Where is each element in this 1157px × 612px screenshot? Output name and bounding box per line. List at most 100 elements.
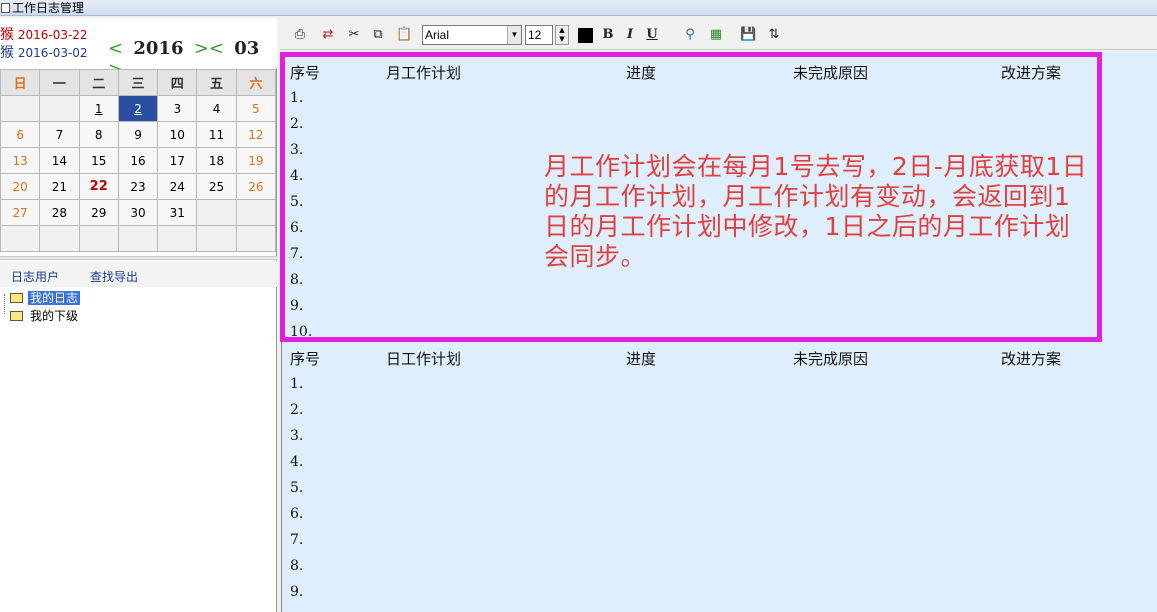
paste-icon[interactable]: 📋	[396, 27, 412, 43]
day-cell[interactable]: 23	[117, 173, 159, 200]
row-number: 2.	[290, 402, 304, 418]
row-number: 9.	[290, 584, 304, 600]
save-icon[interactable]: 💾	[740, 27, 756, 43]
tree-node-subordinates[interactable]: 我的下级	[10, 308, 80, 324]
month-label[interactable]: 03	[234, 38, 259, 59]
row-number: 7.	[290, 532, 304, 548]
cut-icon[interactable]: ✂	[346, 27, 362, 43]
day-cell[interactable]: 10	[157, 121, 198, 148]
header-improvement: 改进方案	[1001, 350, 1062, 368]
header-daily-plan: 日工作计划	[386, 350, 462, 368]
title-bar: 工作日志管理	[0, 0, 1157, 16]
font-select-value: Arial	[425, 28, 450, 42]
day-cell[interactable]: 30	[117, 199, 159, 226]
week-row: 20 21 22 23 24 25 26	[0, 173, 277, 200]
day-cell[interactable]: 14	[39, 147, 80, 174]
week-row	[0, 225, 277, 252]
day-cell[interactable]: 28	[39, 199, 80, 226]
day-cell[interactable]: 4	[196, 95, 237, 122]
day-cell[interactable]: 13	[0, 147, 41, 174]
day-cell	[196, 199, 237, 226]
chevron-down-icon[interactable]: ▼	[507, 26, 521, 44]
calendar-header: 猴 2016-03-22 猴 2016-03-02 < 2016 >< 03 >	[0, 18, 277, 80]
day-cell[interactable]: 20	[0, 173, 41, 200]
left-panel: 猴 2016-03-22 猴 2016-03-02 < 2016 >< 03 >…	[0, 18, 277, 612]
day-cell	[0, 95, 41, 122]
sort-icon[interactable]: ⇅	[766, 27, 782, 43]
copy-icon[interactable]: ⧉	[370, 27, 386, 43]
solar-date: 2016-03-02	[17, 46, 88, 60]
splitter[interactable]	[0, 256, 277, 260]
window-title: 工作日志管理	[12, 1, 85, 15]
day-cell[interactable]: 27	[0, 199, 41, 226]
day-cell	[157, 225, 198, 252]
weekday-sun: 日	[0, 69, 41, 96]
day-cell-today[interactable]: 22	[78, 173, 119, 200]
day-cell	[39, 95, 80, 122]
row-number: 4.	[290, 454, 304, 470]
weekday-tue: 二	[78, 69, 119, 96]
day-cell	[235, 199, 277, 226]
app-icon	[1, 3, 10, 13]
replace-icon[interactable]: ⇄	[320, 27, 336, 43]
day-cell[interactable]: 21	[39, 173, 80, 200]
weekday-header: 日 一 二 三 四 五 六	[0, 69, 277, 96]
weekday-wed: 三	[117, 69, 159, 96]
day-cell[interactable]: 3	[157, 95, 198, 122]
day-cell[interactable]: 12	[235, 121, 277, 148]
row-number: 8.	[290, 558, 304, 574]
next-year-button[interactable]: >	[194, 38, 209, 59]
day-cell[interactable]: 15	[78, 147, 119, 174]
day-cell[interactable]: 26	[235, 173, 277, 200]
day-cell[interactable]: 5	[235, 95, 277, 122]
prev-month-button[interactable]: <	[209, 38, 224, 59]
annotation-text: 月工作计划会在每月1号去写，2日-月底获取1日 的月工作计划，月工作计划有变动，…	[544, 152, 1088, 271]
bold-icon[interactable]: B	[600, 27, 616, 43]
font-size-stepper[interactable]: ▲ ▼	[555, 25, 569, 45]
search-export-link[interactable]: 查找导出	[90, 268, 138, 285]
text-color-icon[interactable]	[578, 28, 593, 43]
row-number: 6.	[290, 506, 304, 522]
day-cell[interactable]: 9	[117, 121, 159, 148]
weekday-fri: 五	[196, 69, 237, 96]
week-row: 6 7 8 9 10 11 12	[0, 121, 277, 148]
year-label[interactable]: 2016	[133, 38, 183, 59]
day-cell	[78, 225, 119, 252]
italic-icon[interactable]: I	[622, 27, 638, 43]
folder-icon	[10, 310, 23, 321]
day-cell[interactable]: 16	[117, 147, 159, 174]
day-cell[interactable]: 11	[196, 121, 237, 148]
log-users-link[interactable]: 日志用户	[11, 268, 59, 285]
day-cell[interactable]: 19	[235, 147, 277, 174]
editor-toolbar: ⎙ ⇄ ✂ ⧉ 📋 Arial ▼ 12 ▲ ▼ B I U ⚲ ▦ 💾 ⇅	[280, 22, 1157, 50]
lunar-row-2: 猴 2016-03-02	[0, 46, 88, 60]
day-cell-selected[interactable]: 2	[117, 95, 159, 122]
day-cell[interactable]: 24	[157, 173, 198, 200]
day-cell[interactable]: 18	[196, 147, 237, 174]
weekday-sat: 六	[235, 69, 277, 96]
day-cell	[0, 225, 41, 252]
preview-icon[interactable]: ⚲	[682, 27, 698, 43]
day-cell[interactable]: 29	[78, 199, 119, 226]
week-row: 27 28 29 30 31	[0, 199, 277, 226]
tree-node-my-log[interactable]: 我的日志	[10, 290, 81, 306]
print-icon[interactable]: ⎙	[292, 27, 308, 43]
underline-icon[interactable]: U	[644, 27, 660, 43]
day-cell[interactable]: 1	[78, 95, 119, 122]
day-cell[interactable]: 25	[196, 173, 237, 200]
day-cell[interactable]: 7	[39, 121, 80, 148]
tree-node-label[interactable]: 我的下级	[28, 309, 80, 323]
lunar-row-1: 猴 2016-03-22	[0, 28, 88, 42]
export-icon[interactable]: ▦	[708, 27, 724, 43]
tree-node-label[interactable]: 我的日志	[28, 291, 81, 305]
left-nav: 日志用户 查找导出	[0, 261, 277, 287]
day-cell[interactable]: 8	[78, 121, 119, 148]
font-select[interactable]: Arial ▼	[422, 25, 522, 45]
day-cell[interactable]: 31	[157, 199, 198, 226]
day-cell[interactable]: 17	[157, 147, 198, 174]
calendar-grid: 日 一 二 三 四 五 六 1 2 3 4 5 6 7 8 9 10 11 12…	[0, 69, 277, 252]
prev-year-button[interactable]: <	[108, 38, 123, 59]
font-size-input[interactable]: 12	[525, 25, 553, 45]
day-cell[interactable]: 6	[0, 121, 41, 148]
week-row: 13 14 15 16 17 18 19	[0, 147, 277, 174]
